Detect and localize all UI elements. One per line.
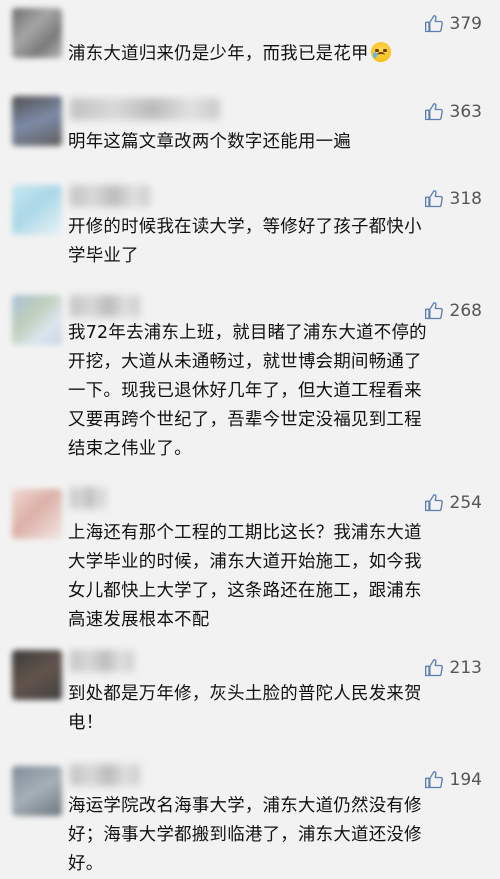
thumbs-up-icon xyxy=(424,189,444,209)
username[interactable] xyxy=(70,185,150,207)
thumbs-up-icon xyxy=(424,301,444,321)
thumbs-up-icon xyxy=(424,493,444,513)
like-button[interactable]: 254 xyxy=(424,493,482,513)
like-count: 213 xyxy=(449,658,482,678)
comment-text: 开修的时候我在读大学，等修好了孩子都快小 学毕业了 xyxy=(68,217,422,266)
crying-face-emoji xyxy=(370,42,391,62)
comment-text: 浦东大道归来仍是少年，而我已是花甲 xyxy=(68,40,486,69)
thumbs-up-icon xyxy=(424,770,444,790)
like-count: 379 xyxy=(449,14,482,34)
comment-list: 379 浦东大道归来仍是少年，而我已是花甲 363 明年这篇文章改两个数字还能用… xyxy=(0,0,500,877)
like-button[interactable]: 268 xyxy=(424,301,482,321)
thumbs-up-icon xyxy=(424,14,444,34)
like-count: 268 xyxy=(449,301,482,321)
avatar[interactable] xyxy=(12,185,62,235)
like-button[interactable]: 379 xyxy=(424,14,482,34)
comment-text: 到处都是万年修，灰头土脸的普陀人民发来贺 电！ xyxy=(68,684,422,733)
username[interactable] xyxy=(70,98,220,120)
like-count: 254 xyxy=(449,493,482,513)
comment-text: 海运学院改名海事大学，浦东大道仍然没有修 好；海事大学都搬到临港了，浦东大道还没… xyxy=(68,796,422,874)
avatar[interactable] xyxy=(12,650,62,700)
username[interactable] xyxy=(70,487,106,509)
like-count: 194 xyxy=(449,770,482,790)
like-count: 318 xyxy=(449,189,482,209)
like-count: 363 xyxy=(449,102,482,122)
thumbs-up-icon xyxy=(424,102,444,122)
comment-text: 明年这篇文章改两个数字还能用一遍 xyxy=(68,132,352,152)
comment-text-content: 浦东大道归来仍是少年，而我已是花甲 xyxy=(68,44,369,64)
comment-text: 我72年去浦东上班，就目睹了浦东大道不停的 开挖，大道从未通畅过，就世博会期间畅… xyxy=(68,323,427,459)
avatar[interactable] xyxy=(12,489,62,539)
avatar[interactable] xyxy=(12,8,62,58)
username[interactable] xyxy=(70,764,140,786)
username[interactable] xyxy=(70,650,134,672)
like-button[interactable]: 213 xyxy=(424,658,482,678)
like-button[interactable]: 363 xyxy=(424,102,482,122)
like-button[interactable]: 318 xyxy=(424,189,482,209)
avatar[interactable] xyxy=(12,766,62,816)
avatar[interactable] xyxy=(12,295,62,345)
like-button[interactable]: 194 xyxy=(424,770,482,790)
username[interactable] xyxy=(70,295,140,317)
thumbs-up-icon xyxy=(424,658,444,678)
avatar[interactable] xyxy=(12,96,62,146)
comment-text: 上海还有那个工程的工期比这长？我浦东大道 大学毕业的时候，浦东大道开始施工，如今… xyxy=(68,523,422,630)
